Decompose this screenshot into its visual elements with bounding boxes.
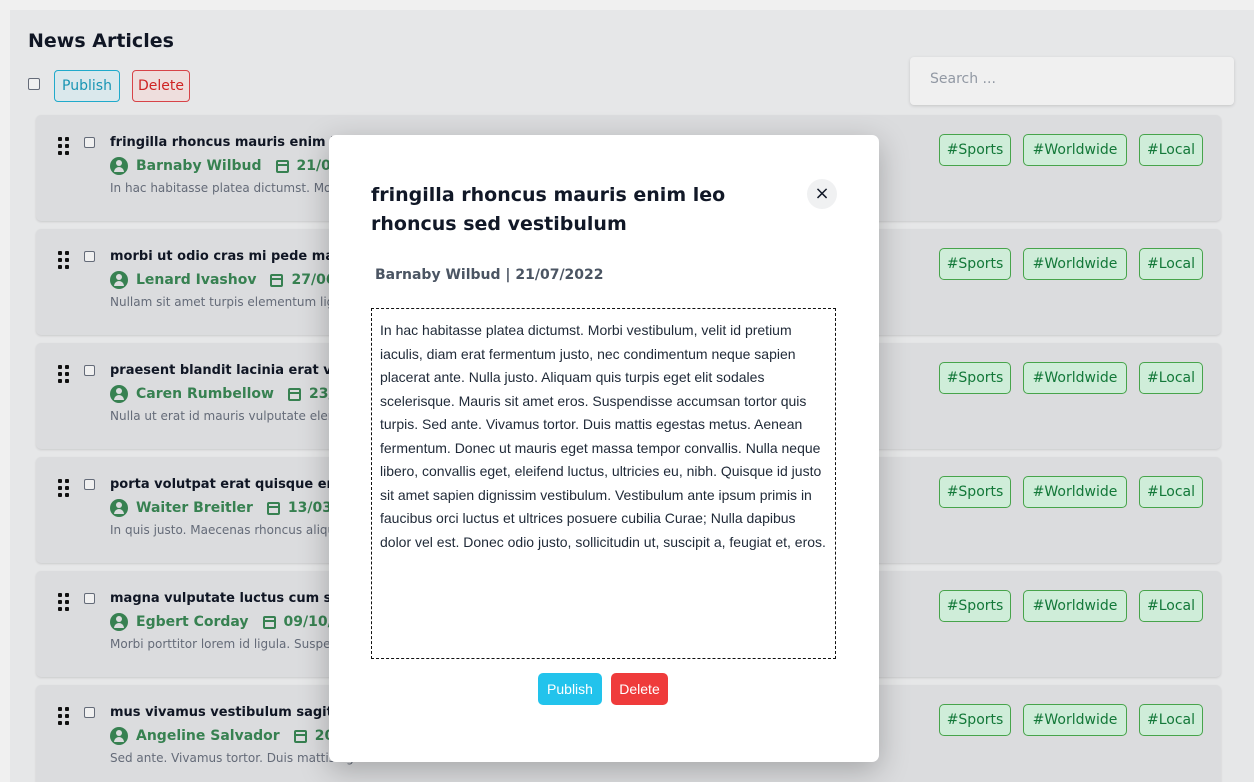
modal-body-text[interactable]: In hac habitasse platea dictumst. Morbi … <box>371 308 836 659</box>
modal-publish-button[interactable]: Publish <box>538 673 602 705</box>
modal-meta: Barnaby Wilbud | 21/07/2022 <box>375 267 604 283</box>
modal-title: fringilla rhoncus mauris enim leo rhoncu… <box>371 184 726 235</box>
modal-delete-button[interactable]: Delete <box>611 673 668 705</box>
article-modal: fringilla rhoncus mauris enim leo rhoncu… <box>329 135 879 762</box>
close-icon[interactable]: × <box>807 179 837 209</box>
